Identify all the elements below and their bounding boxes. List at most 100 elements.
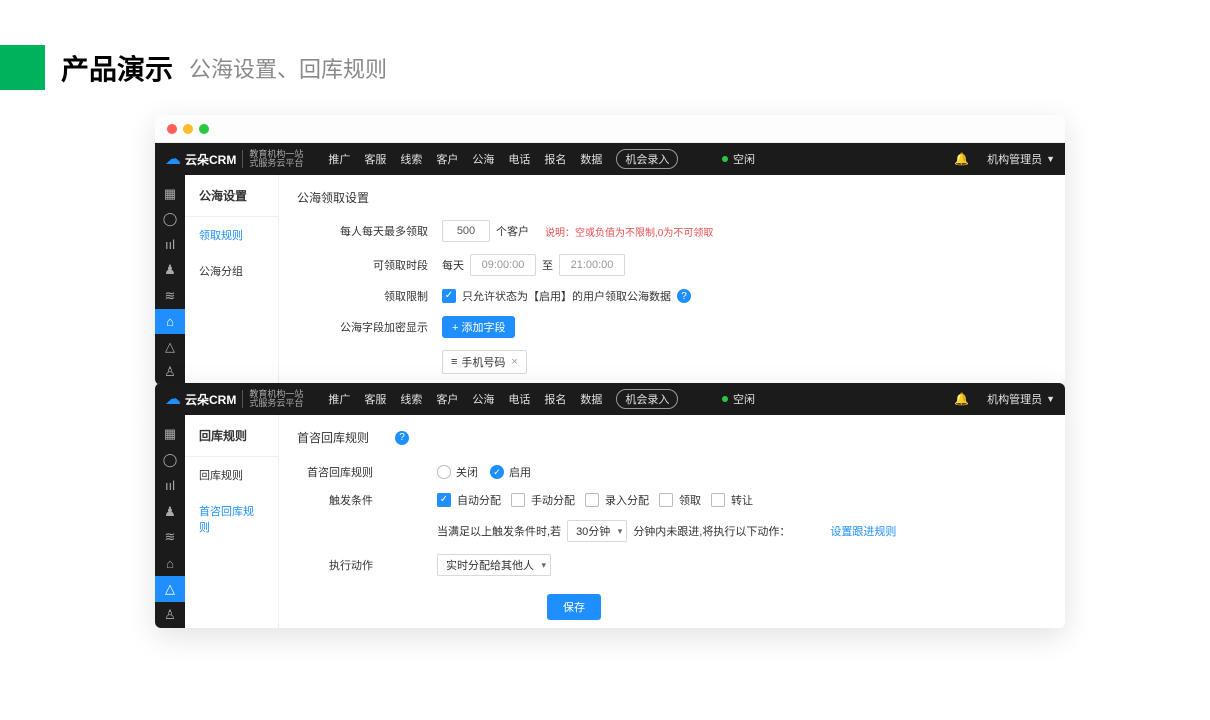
grid-icon[interactable]: ▦ (155, 181, 185, 207)
chk-entry[interactable] (585, 493, 599, 507)
nav-customer[interactable]: 客户 (436, 391, 458, 407)
cond-text-2: 分钟内未跟进,将执行以下动作： (633, 523, 790, 539)
limit-input[interactable] (442, 220, 490, 242)
side-grouping[interactable]: 公海分组 (185, 253, 278, 289)
opt-claim: 领取 (679, 492, 701, 508)
chk-manual[interactable] (511, 493, 525, 507)
field-tag-phone: ≡ 手机号码 × (442, 350, 527, 374)
minimize-icon[interactable] (183, 124, 193, 134)
chart-icon[interactable]: ııl (155, 232, 185, 258)
help-icon[interactable]: ? (395, 431, 409, 445)
on-text: 启用 (509, 464, 531, 480)
label-encrypt: 公海字段加密显示 (297, 319, 442, 335)
chevron-down-icon: ▼ (1046, 394, 1055, 404)
shield-icon[interactable]: ◯ (155, 447, 185, 473)
status-dot-icon (722, 396, 728, 402)
radio-off[interactable] (437, 465, 451, 479)
grid-icon[interactable]: ▦ (155, 421, 185, 447)
nav-signup[interactable]: 报名 (544, 391, 566, 407)
opt-manual: 手动分配 (531, 492, 575, 508)
recycle-icon[interactable]: △ (155, 334, 185, 360)
tag-label: 手机号码 (461, 354, 505, 370)
chart-icon[interactable]: ııl (155, 473, 185, 499)
logo[interactable]: ☁ 云朵CRM 教育机构一站 式服务云平台 (155, 149, 313, 169)
to-text: 至 (542, 257, 553, 273)
drag-icon[interactable]: ≡ (451, 356, 457, 368)
status-indicator[interactable]: 空闲 (722, 391, 755, 407)
shield-icon[interactable]: ◯ (155, 207, 185, 233)
home-icon[interactable]: ⌂ (155, 550, 185, 576)
label-limit: 每人每天最多领取 (297, 223, 442, 239)
side-return-rules[interactable]: 回库规则 (185, 457, 278, 493)
nav-data[interactable]: 数据 (580, 151, 602, 167)
follow-rule-link[interactable]: 设置跟进规则 (830, 523, 896, 539)
time-select[interactable]: 30分钟 (567, 520, 627, 542)
time-to-input[interactable] (559, 254, 625, 276)
contact-icon[interactable]: ♙ (155, 360, 185, 386)
icon-sidebar: ▦ ◯ ııl ♟ ≋ ⌂ △ ♙ (155, 415, 185, 628)
time-from-input[interactable] (470, 254, 536, 276)
status-indicator[interactable]: 空闲 (722, 151, 755, 167)
chk-auto[interactable] (437, 493, 451, 507)
side-first-consult-rules[interactable]: 首咨回库规则 (185, 493, 278, 545)
status-dot-icon (722, 156, 728, 162)
help-icon[interactable]: ? (677, 289, 691, 303)
content-title: 首咨回库规则 (297, 429, 369, 446)
nav-service[interactable]: 客服 (364, 391, 386, 407)
nav-signup[interactable]: 报名 (544, 151, 566, 167)
nav-customer[interactable]: 客户 (436, 151, 458, 167)
nav-phone[interactable]: 电话 (508, 151, 530, 167)
window-public-sea: ☁ 云朵CRM 教育机构一站 式服务云平台 推广 客服 线索 客户 公海 电话 … (155, 115, 1065, 385)
user-menu[interactable]: 机构管理员 ▼ (987, 391, 1055, 407)
nav-phone[interactable]: 电话 (508, 391, 530, 407)
logo[interactable]: ☁ 云朵CRM 教育机构一站 式服务云平台 (155, 389, 313, 409)
chk-transfer[interactable] (711, 493, 725, 507)
add-field-button[interactable]: + 添加字段 (442, 316, 515, 338)
content-area: 公海领取设置 每人每天最多领取 个客户 说明：空或负值为不限制,0为不可领取 可… (279, 175, 1065, 385)
opt-auto: 自动分配 (457, 492, 501, 508)
close-icon[interactable] (167, 124, 177, 134)
user-menu[interactable]: 机构管理员 ▼ (987, 151, 1055, 167)
remove-tag-icon[interactable]: × (511, 356, 517, 368)
logo-tagline: 教育机构一站 式服务云平台 (242, 390, 303, 409)
chk-claim[interactable] (659, 493, 673, 507)
nav-public-sea[interactable]: 公海 (472, 151, 494, 167)
layers-icon[interactable]: ≋ (155, 525, 185, 551)
opportunity-entry-button[interactable]: 机会录入 (616, 389, 678, 409)
bell-icon[interactable]: 🔔 (954, 392, 969, 406)
logo-text: 云朵CRM (185, 151, 236, 168)
restrict-checkbox[interactable] (442, 289, 456, 303)
off-text: 关闭 (456, 464, 478, 480)
nav-service[interactable]: 客服 (364, 151, 386, 167)
logo-tagline: 教育机构一站 式服务云平台 (242, 150, 303, 169)
user-icon[interactable]: ♟ (155, 499, 185, 525)
user-icon[interactable]: ♟ (155, 258, 185, 284)
side-claim-rules[interactable]: 领取规则 (185, 217, 278, 253)
nav-items: 推广 客服 线索 客户 公海 电话 报名 数据 机会录入 (321, 149, 685, 169)
label-rule: 首咨回库规则 (297, 464, 387, 480)
nav-leads[interactable]: 线索 (400, 391, 422, 407)
nav-promote[interactable]: 推广 (328, 151, 350, 167)
nav-public-sea[interactable]: 公海 (472, 391, 494, 407)
status-text: 空闲 (733, 151, 755, 167)
nav-promote[interactable]: 推广 (328, 391, 350, 407)
cloud-icon: ☁ (165, 149, 181, 169)
contact-icon[interactable]: ♙ (155, 602, 185, 628)
nav-leads[interactable]: 线索 (400, 151, 422, 167)
user-label: 机构管理员 (987, 391, 1042, 407)
page-title: 产品演示 (61, 48, 173, 88)
logo-text: 云朵CRM (185, 391, 236, 408)
action-select[interactable]: 实时分配给其他人 (437, 554, 551, 576)
radio-on[interactable] (490, 465, 504, 479)
layers-icon[interactable]: ≋ (155, 283, 185, 309)
home-icon[interactable]: ⌂ (155, 309, 185, 335)
label-trigger: 触发条件 (297, 492, 387, 508)
opportunity-entry-button[interactable]: 机会录入 (616, 149, 678, 169)
save-button[interactable]: 保存 (547, 594, 601, 620)
recycle-icon[interactable]: △ (155, 576, 185, 602)
nav-data[interactable]: 数据 (580, 391, 602, 407)
side-menu: 公海设置 领取规则 公海分组 (185, 175, 279, 385)
bell-icon[interactable]: 🔔 (954, 152, 969, 166)
maximize-icon[interactable] (199, 124, 209, 134)
opt-entry: 录入分配 (605, 492, 649, 508)
